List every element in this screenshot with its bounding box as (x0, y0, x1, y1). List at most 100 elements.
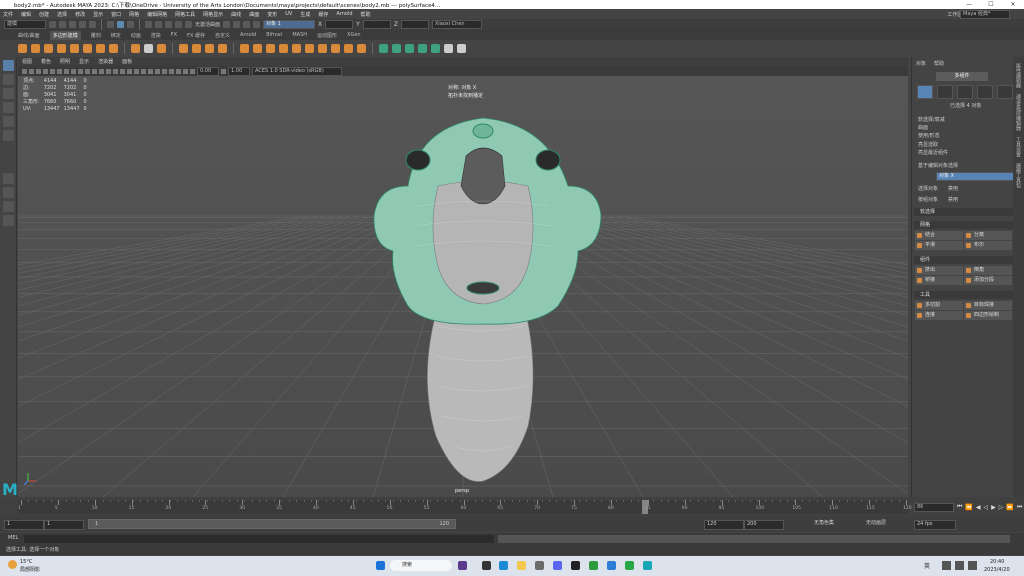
shelf-tab-arnold[interactable]: Arnold (240, 32, 256, 38)
side-tab-channel-box[interactable]: 通道盒/层编辑器 (1015, 94, 1022, 131)
shelf-tab-xgen[interactable]: XGen (347, 32, 361, 38)
isolate-icon[interactable] (169, 68, 174, 74)
anti-alias-icon[interactable] (155, 68, 160, 74)
step-back-key-icon[interactable]: ⏪ (965, 504, 972, 511)
viewport[interactable]: 顶点: 4144 4144 0 边: 7202 7202 0 面: 3041 3041 0 三角形: 76… (18, 76, 908, 497)
wireframe-icon[interactable] (99, 68, 104, 74)
color-space-select[interactable]: ACES 1.0 SDR-video (sRGB) (252, 66, 342, 76)
task-view-icon[interactable] (482, 561, 491, 570)
unfold-icon[interactable] (457, 44, 466, 53)
bevel-button[interactable]: 倒角 (964, 266, 1012, 275)
battery-icon[interactable] (968, 561, 977, 570)
side-tab-modeling-toolkit[interactable]: 建模工具包 (1015, 163, 1022, 188)
panel-menu-renderer[interactable]: 渲染器 (98, 58, 113, 65)
menu-help[interactable]: 帮助 (361, 11, 371, 18)
super-shape-icon[interactable] (131, 44, 140, 53)
menu-deform[interactable]: 变形 (267, 11, 277, 18)
mirror-icon[interactable] (344, 44, 353, 53)
poly-plane-icon[interactable] (83, 44, 92, 53)
sphere-map-icon[interactable] (418, 44, 427, 53)
panel-menu-shading[interactable]: 着色 (41, 58, 51, 65)
bevel-icon[interactable] (266, 44, 275, 53)
group-object-value[interactable]: 禁用 (948, 196, 958, 203)
redo-icon[interactable] (89, 21, 96, 28)
planar-map-icon[interactable] (392, 44, 401, 53)
uv-editor-icon[interactable] (379, 44, 388, 53)
weather-icon[interactable] (8, 560, 17, 569)
shelf-tab-rigging[interactable]: 绑定 (111, 32, 121, 39)
poly-cone-icon[interactable] (57, 44, 66, 53)
character-set-label[interactable]: 无角色集 (812, 520, 858, 528)
poly-cube-icon[interactable] (31, 44, 40, 53)
side-tab-tool-settings[interactable]: 工具设置 (1015, 137, 1022, 157)
menu-create[interactable]: 创建 (39, 11, 49, 18)
play-back-icon[interactable]: ◁ (984, 504, 989, 511)
taskbar-search[interactable]: 搜索 (390, 560, 452, 571)
graph-layout-icon[interactable] (2, 215, 14, 226)
snap-plane-icon[interactable] (175, 21, 182, 28)
extrude-button[interactable]: 挤出 (915, 266, 963, 275)
shelf-tab-fx-cache[interactable]: FX 缓存 (187, 32, 205, 39)
move-tool-icon[interactable] (2, 102, 14, 113)
menu-edit[interactable]: 编辑 (21, 11, 31, 18)
type-text-icon[interactable] (144, 44, 153, 53)
smooth-button[interactable]: 平滑 (915, 241, 963, 250)
multi-cut-icon[interactable] (292, 44, 301, 53)
rotate-tool-icon[interactable] (2, 116, 14, 127)
image-plane-icon[interactable] (43, 68, 48, 74)
shelf-tab-custom[interactable]: 自定义 (215, 32, 230, 39)
scale-tool-icon[interactable] (2, 130, 14, 141)
safe-action-icon[interactable] (85, 68, 90, 74)
undo-icon[interactable] (79, 21, 86, 28)
select-component-icon[interactable] (127, 21, 134, 28)
lights-icon[interactable] (127, 68, 132, 74)
menuset-select[interactable]: 建模 (4, 20, 46, 29)
mel-input[interactable] (24, 535, 494, 543)
resolution-gate-icon[interactable] (64, 68, 69, 74)
multi-component-button[interactable]: 多组件 (936, 72, 988, 81)
panel-menu-lighting[interactable]: 照明 (60, 58, 70, 65)
close-button[interactable]: ✕ (1002, 0, 1024, 9)
vertex-mode-icon[interactable] (937, 85, 953, 99)
shelf-tab-mash[interactable]: MASH (292, 32, 307, 38)
save-scene-icon[interactable] (69, 21, 76, 28)
fps-select[interactable]: 24 fps (914, 520, 956, 530)
volume-icon[interactable] (955, 561, 964, 570)
merge-icon[interactable] (331, 44, 340, 53)
poly-sphere-icon[interactable] (18, 44, 27, 53)
cylinder-map-icon[interactable] (405, 44, 414, 53)
snap-surface-icon[interactable] (185, 21, 192, 28)
ipr-icon[interactable] (243, 21, 251, 28)
maya-taskbar-icon[interactable] (643, 561, 652, 570)
multi-cut-button[interactable]: 多切割 (915, 301, 963, 310)
four-view-icon[interactable] (2, 187, 14, 198)
menu-cache[interactable]: 缓存 (318, 11, 328, 18)
workspace-select[interactable]: Maya 经典* (960, 9, 1010, 19)
store-icon[interactable] (535, 561, 544, 570)
range-slider[interactable]: 1 120 (88, 519, 456, 529)
step-forward-key-icon[interactable]: ⏩ (1006, 504, 1013, 511)
time-playhead[interactable] (642, 500, 648, 514)
shelf-tab-curves[interactable]: 曲线/曲面 (18, 32, 40, 39)
panel-menu-panels[interactable]: 面板 (122, 58, 132, 65)
panel-menu-show[interactable]: 显示 (79, 58, 89, 65)
weather-text[interactable]: 局部阴影 (20, 566, 40, 573)
checker-icon[interactable] (444, 44, 453, 53)
option-highlight[interactable]: 亮显选取 (918, 141, 938, 148)
connect-button[interactable]: 连接 (915, 311, 963, 320)
menu-file[interactable]: 文件 (3, 11, 13, 18)
object-name-field[interactable]: 对象 1 (263, 20, 316, 29)
shelf-tab-bifrost[interactable]: Bifrost (266, 32, 282, 38)
film-gate-icon[interactable] (57, 68, 62, 74)
weather-temp[interactable]: 15°C (20, 559, 32, 565)
lasso-tool-icon[interactable] (2, 74, 14, 85)
soft-select-section[interactable]: 软选择 (914, 208, 1018, 216)
smooth-icon[interactable] (205, 44, 214, 53)
animation-end-field[interactable]: 200 (744, 520, 784, 530)
safe-title-icon[interactable] (92, 68, 97, 74)
platonic-solid-icon[interactable] (109, 44, 118, 53)
auto-map-icon[interactable] (431, 44, 440, 53)
menu-edit-mesh[interactable]: 编辑网格 (147, 11, 167, 18)
edge-icon[interactable] (499, 561, 508, 570)
gamma-field[interactable]: 1.00 (228, 66, 250, 76)
